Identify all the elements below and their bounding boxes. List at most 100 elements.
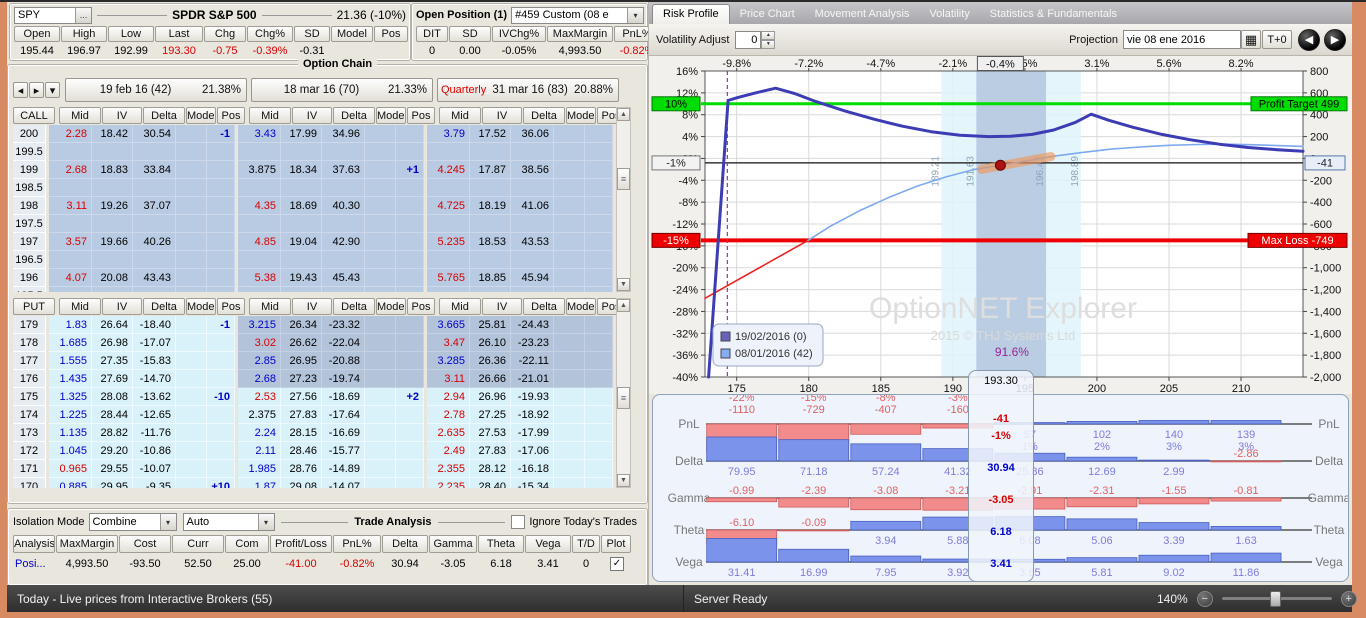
- iv-cell[interactable]: 18.83: [92, 161, 133, 179]
- chain-column-header[interactable]: Model: [186, 107, 216, 124]
- delta-cell[interactable]: -19.93: [511, 388, 554, 406]
- trade-column-header[interactable]: T/D: [572, 535, 600, 553]
- model-cell[interactable]: [176, 143, 207, 161]
- call-scrollbar[interactable]: ▲ ≡ ▼: [616, 107, 631, 292]
- chain-column-header[interactable]: Mid: [439, 298, 481, 315]
- mid-cell[interactable]: 3.11: [427, 370, 470, 388]
- open-position-column-header[interactable]: DIT: [416, 26, 448, 42]
- model-cell[interactable]: [176, 269, 207, 287]
- trade-column-header[interactable]: Profit/Loss: [270, 535, 332, 553]
- delta-cell[interactable]: 36.06: [511, 125, 554, 143]
- model-cell[interactable]: [176, 478, 207, 488]
- iv-cell[interactable]: [281, 179, 322, 197]
- mid-cell[interactable]: 0.965: [49, 460, 92, 478]
- pos-cell[interactable]: [396, 179, 424, 197]
- pos-cell[interactable]: [396, 125, 424, 143]
- pos-cell[interactable]: [396, 143, 424, 161]
- delta-cell[interactable]: 30.54: [133, 125, 176, 143]
- mid-cell[interactable]: 1.985: [238, 460, 281, 478]
- pos-cell[interactable]: [396, 251, 424, 269]
- quote-column-header[interactable]: SD: [294, 26, 330, 42]
- delta-cell[interactable]: [133, 251, 176, 269]
- pos-cell[interactable]: [207, 370, 235, 388]
- trade-column-header[interactable]: Vega: [525, 535, 571, 553]
- chain-column-header[interactable]: IV: [482, 107, 522, 124]
- chain-column-header[interactable]: Mid: [249, 107, 291, 124]
- pos-cell[interactable]: [207, 424, 235, 442]
- pos-cell[interactable]: [396, 352, 424, 370]
- delta-cell[interactable]: -17.99: [511, 424, 554, 442]
- delta-cell[interactable]: 33.84: [133, 161, 176, 179]
- auto-dropdown-icon[interactable]: ▾: [258, 514, 274, 530]
- chain-column-header[interactable]: Delta: [523, 107, 565, 124]
- iv-cell[interactable]: 28.82: [92, 424, 133, 442]
- tab-price-chart[interactable]: Price Chart: [730, 5, 805, 24]
- mid-cell[interactable]: [49, 143, 92, 161]
- chain-column-header[interactable]: Model: [376, 107, 406, 124]
- mid-cell[interactable]: [49, 179, 92, 197]
- mid-cell[interactable]: 1.83: [49, 316, 92, 334]
- mid-cell[interactable]: 2.68: [238, 370, 281, 388]
- mid-cell[interactable]: [427, 143, 470, 161]
- iv-cell[interactable]: [92, 287, 133, 292]
- mid-cell[interactable]: [49, 287, 92, 292]
- quote-column-header[interactable]: Open: [14, 26, 60, 42]
- model-cell[interactable]: [365, 125, 396, 143]
- pos-cell[interactable]: [396, 215, 424, 233]
- model-cell[interactable]: [176, 161, 207, 179]
- expiry-header[interactable]: 18 mar 16 (70)21.33%: [251, 78, 433, 102]
- ignore-trades-checkbox[interactable]: [511, 515, 525, 529]
- model-cell[interactable]: [365, 233, 396, 251]
- pos-cell[interactable]: [585, 370, 613, 388]
- pos-cell[interactable]: [207, 287, 235, 292]
- current-price-marker[interactable]: [995, 160, 1005, 170]
- delta-cell[interactable]: -24.43: [511, 316, 554, 334]
- pos-cell[interactable]: [585, 424, 613, 442]
- isolation-mode-combo[interactable]: Combine ▾: [89, 513, 177, 531]
- iv-cell[interactable]: 25.81: [470, 316, 511, 334]
- iv-cell[interactable]: 29.08: [281, 478, 322, 488]
- tab-volatility[interactable]: Volatility: [919, 5, 979, 24]
- pos-cell[interactable]: [585, 215, 613, 233]
- chain-column-header[interactable]: Delta: [143, 107, 185, 124]
- iv-cell[interactable]: 26.62: [281, 334, 322, 352]
- pos-cell[interactable]: [396, 460, 424, 478]
- pos-cell[interactable]: [396, 316, 424, 334]
- iv-cell[interactable]: [281, 251, 322, 269]
- pos-cell[interactable]: [207, 442, 235, 460]
- trade-column-header[interactable]: Com: [225, 535, 269, 553]
- delta-cell[interactable]: -20.88: [322, 352, 365, 370]
- analysis-row-name[interactable]: Posi...: [13, 555, 55, 573]
- pos-cell[interactable]: [585, 442, 613, 460]
- mid-cell[interactable]: 5.765: [427, 269, 470, 287]
- pos-cell[interactable]: +1: [396, 161, 424, 179]
- iv-cell[interactable]: [92, 179, 133, 197]
- iv-cell[interactable]: [470, 143, 511, 161]
- delta-cell[interactable]: -15.77: [322, 442, 365, 460]
- mid-cell[interactable]: [238, 215, 281, 233]
- chain-column-header[interactable]: Delta: [333, 107, 375, 124]
- pos-cell[interactable]: [396, 406, 424, 424]
- vol-adjust-up-icon[interactable]: ▲: [761, 31, 775, 40]
- delta-cell[interactable]: 40.30: [322, 197, 365, 215]
- mid-cell[interactable]: 2.94: [427, 388, 470, 406]
- iv-cell[interactable]: 17.52: [470, 125, 511, 143]
- model-cell[interactable]: [176, 424, 207, 442]
- chain-nav-left-icon[interactable]: ◂: [13, 82, 28, 98]
- delta-cell[interactable]: [322, 251, 365, 269]
- chain-column-header[interactable]: Model: [186, 298, 216, 315]
- pos-cell[interactable]: [585, 334, 613, 352]
- model-cell[interactable]: [554, 406, 585, 424]
- iv-cell[interactable]: 28.76: [281, 460, 322, 478]
- model-cell[interactable]: [554, 478, 585, 488]
- model-cell[interactable]: [554, 370, 585, 388]
- quote-column-header[interactable]: Model: [331, 26, 373, 42]
- pos-cell[interactable]: [207, 161, 235, 179]
- model-cell[interactable]: [554, 316, 585, 334]
- model-cell[interactable]: [365, 143, 396, 161]
- delta-cell[interactable]: [511, 143, 554, 161]
- iv-cell[interactable]: 29.55: [92, 460, 133, 478]
- model-cell[interactable]: [176, 197, 207, 215]
- chain-column-header[interactable]: Mid: [249, 298, 291, 315]
- trade-column-header[interactable]: Curr: [172, 535, 224, 553]
